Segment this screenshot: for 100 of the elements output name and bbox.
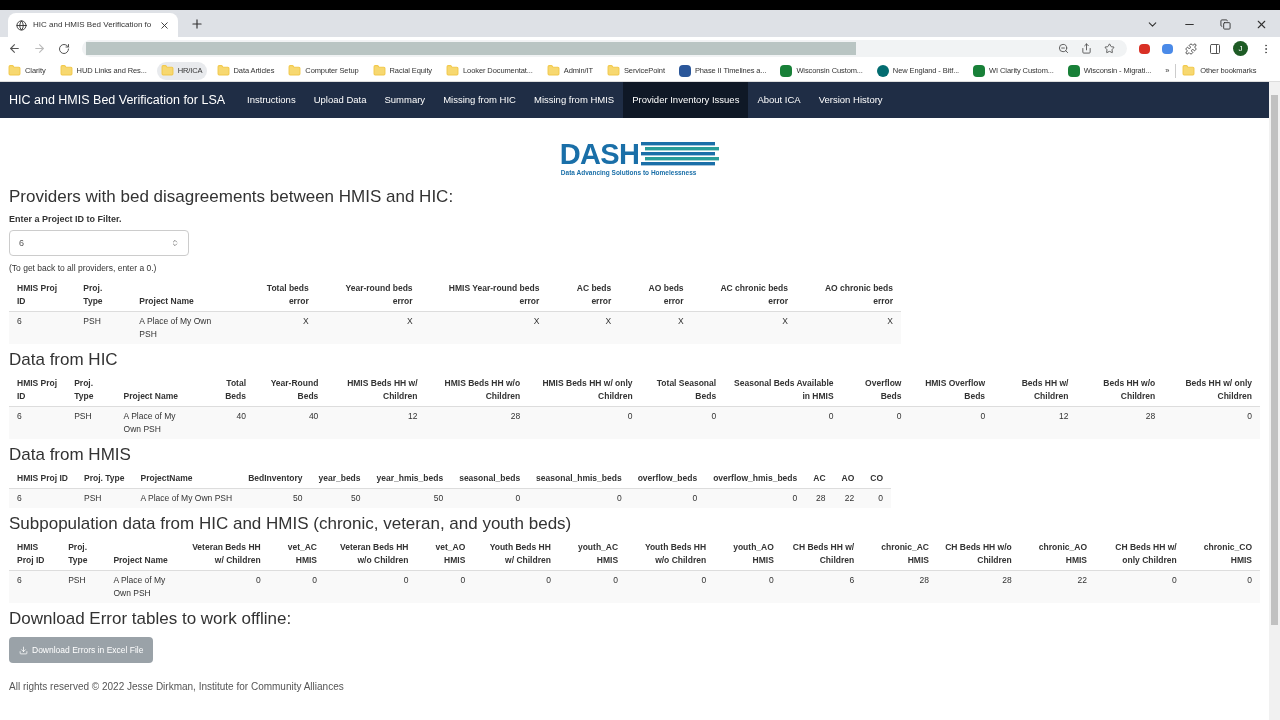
column-header: year_hmis_beds — [368, 469, 452, 489]
nav-tab[interactable]: Summary — [375, 82, 435, 118]
spreadsheet-icon — [780, 64, 793, 77]
table-cell: A Place of My Own PSH — [105, 570, 180, 603]
column-header: HMIS Beds HH w/o Children — [425, 374, 529, 407]
restore-icon[interactable] — [1220, 19, 1231, 30]
nav-tab[interactable]: Provider Inventory Issues — [623, 82, 749, 118]
table-cell: 0 — [626, 570, 715, 603]
column-header: Seasonal Beds Available in HMIS — [724, 374, 842, 407]
column-header: HMIS Beds HH w/ only Children — [528, 374, 641, 407]
nav-tab[interactable]: Instructions — [238, 82, 305, 118]
table-cell: 28 — [425, 406, 529, 439]
spreadsheet-icon — [973, 64, 986, 77]
nav-tab[interactable]: Missing from HMIS — [524, 82, 624, 118]
table-cell: PSH — [60, 570, 106, 603]
table-cell: 0 — [416, 570, 474, 603]
extensions-icon[interactable] — [1185, 42, 1197, 55]
nav-tab[interactable]: Missing from HIC — [434, 82, 525, 118]
column-header: chronic_AO HMIS — [1019, 538, 1095, 571]
table-cell: 40 — [202, 406, 254, 439]
table-cell: 0 — [1095, 570, 1185, 603]
column-header: CH Beds HH w/ only Children — [1095, 538, 1185, 571]
column-header: Total beds error — [237, 279, 317, 312]
table-cell: A Place of My Own PSH — [132, 488, 241, 508]
folder-icon — [446, 64, 460, 77]
table-cell: X — [420, 311, 548, 344]
nav-tab[interactable]: Upload Data — [304, 82, 376, 118]
side-panel-icon[interactable] — [1209, 42, 1221, 55]
column-header: chronic_CO HMIS — [1184, 538, 1260, 571]
folder-icon — [216, 64, 230, 77]
column-header: HMIS Proj ID — [9, 279, 76, 312]
column-header: AC — [805, 469, 834, 489]
share-icon[interactable] — [1081, 43, 1092, 54]
table-cell: 0 — [841, 406, 910, 439]
column-header: ProjectName — [132, 469, 241, 489]
star-icon[interactable] — [1104, 43, 1115, 54]
column-header: AC chronic beds error — [691, 279, 796, 312]
table-cell: X — [237, 311, 317, 344]
table-cell: 50 — [310, 488, 369, 508]
profile-avatar[interactable]: J — [1233, 41, 1248, 56]
browser-tab[interactable]: HIC and HMIS Bed Verification fo — [8, 13, 178, 37]
project-id-field[interactable]: 6 — [9, 230, 189, 257]
new-tab-icon[interactable] — [190, 17, 204, 31]
table-cell: 0 — [909, 406, 994, 439]
column-header: Youth Beds HH w/ Children — [473, 538, 559, 571]
back-icon[interactable] — [8, 42, 21, 55]
table-cell: 0 — [714, 570, 782, 603]
table-cell: 0 — [629, 488, 706, 508]
nav-tab[interactable]: Version History — [809, 82, 892, 118]
table-cell: 28 — [805, 488, 834, 508]
column-header: chronic_AC HMIS — [862, 538, 937, 571]
scrollbar[interactable] — [1269, 82, 1280, 720]
download-icon — [19, 645, 28, 655]
filter-hint: (To get back to all providers, enter a 0.) — [9, 262, 158, 275]
zoom-out-icon[interactable] — [1058, 43, 1069, 54]
close-window-icon[interactable] — [1255, 18, 1268, 31]
column-header: Project Name — [115, 374, 203, 407]
page-heading: Providers with bed disagreements between HMIS and HIC: — [9, 185, 455, 208]
table-cell: 0 — [528, 406, 641, 439]
table-cell: 12 — [326, 406, 426, 439]
column-header: youth_AC HMIS — [558, 538, 627, 571]
document-icon — [678, 64, 691, 77]
bricks-icon — [641, 142, 720, 166]
app-title[interactable]: HIC and HMIS Bed Verification for LSA — [0, 82, 235, 118]
column-header: Overflow Beds — [841, 374, 910, 407]
column-header: HMIS Proj ID — [9, 538, 61, 571]
column-header: Project Name — [105, 538, 180, 571]
column-header: year_beds — [310, 469, 369, 489]
table-cell: 50 — [368, 488, 452, 508]
folder-icon — [160, 64, 174, 77]
table-cell: 12 — [993, 406, 1077, 439]
table-cell: A Place of My Own PSH — [131, 311, 238, 344]
nav-tab[interactable]: About ICA — [748, 82, 810, 118]
table-cell: 28 — [862, 570, 937, 603]
column-header: Proj. Type — [75, 279, 132, 312]
section-heading: Data from HIC — [9, 349, 119, 371]
folder-icon — [8, 64, 21, 77]
section-heading: Data from HMIS — [9, 444, 132, 466]
table-cell: 28 — [1076, 406, 1164, 439]
column-header: CO — [862, 469, 892, 489]
table-cell: PSH — [75, 311, 132, 344]
extension-icon[interactable] — [1162, 43, 1173, 54]
table-cell: 0 — [1184, 570, 1260, 603]
table-cell: 0 — [179, 570, 269, 603]
table-cell: X — [796, 311, 901, 344]
table-cell: 6 — [9, 311, 76, 344]
column-header: AC beds error — [547, 279, 620, 312]
table-cell: 0 — [640, 406, 725, 439]
column-header: AO beds error — [619, 279, 692, 312]
column-header: Proj. Type — [76, 469, 133, 489]
column-header: Beds HH w/o Children — [1076, 374, 1164, 407]
reload-icon[interactable] — [58, 42, 70, 55]
filter-label: Enter a Project ID to Filter. — [9, 212, 123, 226]
table-cell: X — [619, 311, 692, 344]
column-header: Proj. Type — [60, 538, 106, 571]
section-heading: Download Error tables to work offline: — [9, 608, 293, 630]
close-icon[interactable] — [159, 19, 170, 31]
extension-icon[interactable] — [1139, 43, 1150, 54]
folder-icon — [288, 64, 302, 77]
table-cell: 0 — [862, 488, 892, 508]
